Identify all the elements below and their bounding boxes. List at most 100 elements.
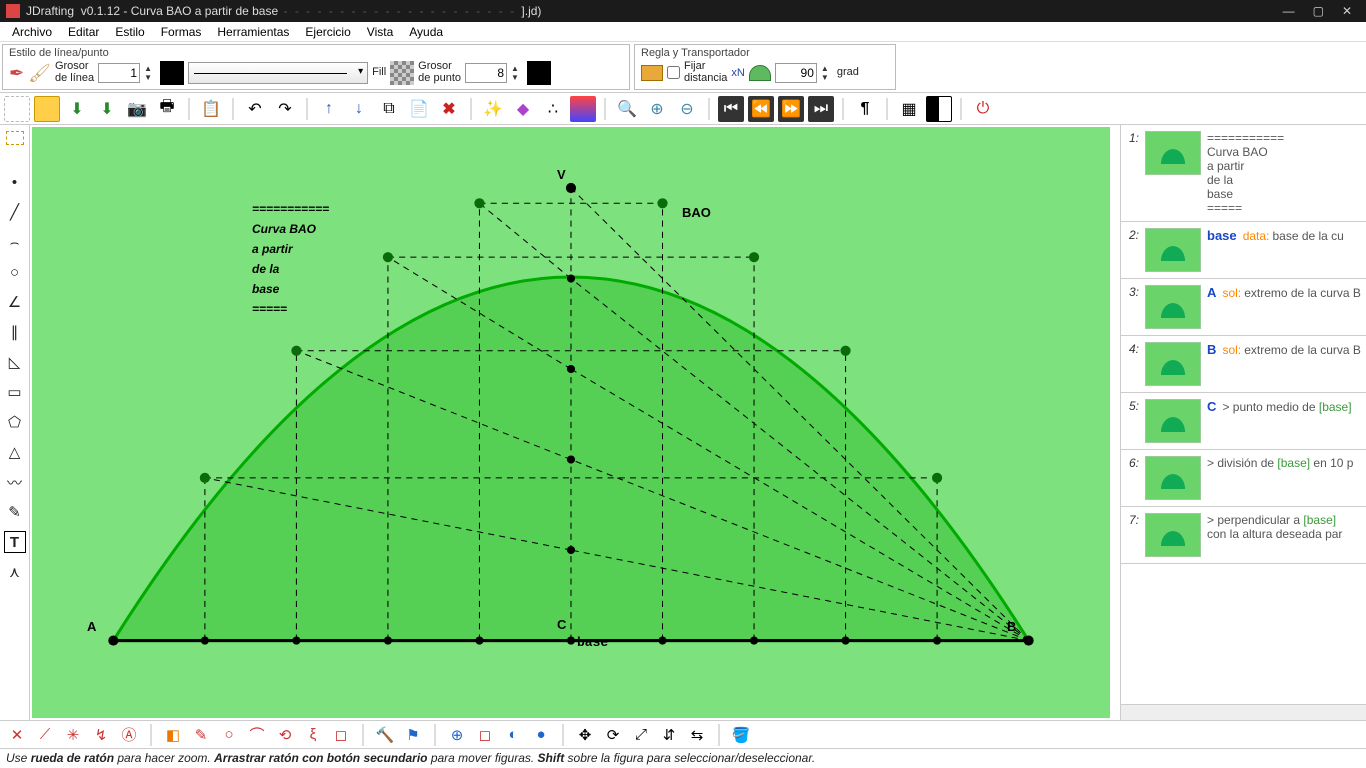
menu-herramientas[interactable]: Herramientas: [209, 23, 297, 41]
line-color-swatch[interactable]: [160, 61, 184, 85]
diamond-icon[interactable]: ◆: [510, 96, 536, 122]
angle-spinner[interactable]: ▲▼: [821, 63, 833, 83]
new-icon[interactable]: [4, 96, 30, 122]
btool-4[interactable]: ↯: [90, 724, 112, 746]
angle-tool-icon[interactable]: ∠: [4, 291, 26, 313]
spline-tool-icon[interactable]: 〰: [4, 471, 26, 493]
pencil-tool-icon[interactable]: ✎: [4, 501, 26, 523]
btool-1[interactable]: ✕: [6, 724, 28, 746]
redo-icon[interactable]: ↷: [272, 96, 298, 122]
btool-flag[interactable]: ⚑: [402, 724, 424, 746]
fix-distance-checkbox[interactable]: [667, 66, 680, 79]
menu-ayuda[interactable]: Ayuda: [401, 23, 451, 41]
history-item[interactable]: 3:A sol: extremo de la curva B: [1121, 279, 1366, 336]
menu-estilo[interactable]: Estilo: [107, 23, 152, 41]
btool-5[interactable]: Ⓐ: [118, 724, 140, 746]
clipboard-icon[interactable]: 📋: [198, 96, 224, 122]
wand-icon[interactable]: ✨: [480, 96, 506, 122]
zoom-out-icon[interactable]: ⊖: [674, 96, 700, 122]
history-item[interactable]: 6:> división de [base] en 10 p: [1121, 450, 1366, 507]
history-item[interactable]: 2:base data: base de la cu: [1121, 222, 1366, 279]
btool-mirror-h[interactable]: ⇵: [658, 724, 680, 746]
maximize-button[interactable]: ▢: [1313, 4, 1324, 18]
minimize-button[interactable]: —: [1283, 4, 1295, 18]
menu-editar[interactable]: Editar: [60, 23, 107, 41]
move-up-icon[interactable]: ↑: [316, 96, 342, 122]
select-rect-icon[interactable]: [6, 131, 24, 145]
history-item[interactable]: 1:=========== Curva BAO a partir de la b…: [1121, 125, 1366, 222]
compass-tool-icon[interactable]: ⋏: [4, 561, 26, 583]
btool-venn[interactable]: ⊕: [446, 724, 468, 746]
history-scrollbar[interactable]: [1121, 704, 1366, 720]
menu-formas[interactable]: Formas: [153, 23, 210, 41]
line-style-dropdown[interactable]: ▾: [188, 62, 368, 84]
brush-icon[interactable]: 🖌: [28, 63, 51, 84]
btool-diff[interactable]: ◻: [474, 724, 496, 746]
point-color-swatch[interactable]: [527, 61, 551, 85]
rect-tool-icon[interactable]: ▭: [4, 381, 26, 403]
btool-10[interactable]: ξ: [302, 724, 324, 746]
btool-7[interactable]: ○: [218, 724, 240, 746]
menu-archivo[interactable]: Archivo: [4, 23, 60, 41]
camera-icon[interactable]: 📷: [124, 96, 150, 122]
btool-11[interactable]: ◻: [330, 724, 352, 746]
delete-icon[interactable]: ✖: [436, 96, 462, 122]
btool-2[interactable]: ⟋: [34, 724, 56, 746]
color-icon[interactable]: [570, 96, 596, 122]
open-icon[interactable]: [34, 96, 60, 122]
angle-input[interactable]: [775, 63, 817, 83]
eyedropper-icon[interactable]: ✒: [9, 63, 24, 84]
protractor-icon[interactable]: [749, 65, 771, 81]
cone-tool-icon[interactable]: △: [4, 441, 26, 463]
circle-tool-icon[interactable]: ○: [4, 261, 26, 283]
prev-icon[interactable]: ⏪: [748, 96, 774, 122]
history-item[interactable]: 7:> perpendicular a [base]con la altura …: [1121, 507, 1366, 564]
btool-move[interactable]: ✥: [574, 724, 596, 746]
point-width-spinner[interactable]: ▲▼: [511, 63, 523, 83]
history-item[interactable]: 5:C > punto medio de [base]: [1121, 393, 1366, 450]
exit-icon[interactable]: ⏻: [970, 96, 996, 122]
move-down-icon[interactable]: ↓: [346, 96, 372, 122]
notes-icon[interactable]: 📄: [406, 96, 432, 122]
polygon-tool-icon[interactable]: ⬠: [4, 411, 26, 433]
btool-rotate[interactable]: ⟳: [602, 724, 624, 746]
menu-ejercicio[interactable]: Ejercicio: [297, 23, 358, 41]
btool-scale[interactable]: ⤢: [630, 724, 652, 746]
btool-9[interactable]: ⟲: [274, 724, 296, 746]
point-width-input[interactable]: [465, 63, 507, 83]
history-item[interactable]: 4:B sol: extremo de la curva B: [1121, 336, 1366, 393]
dots-icon[interactable]: ∴: [540, 96, 566, 122]
point-tool-icon[interactable]: •: [4, 171, 26, 193]
next-icon[interactable]: ⏩: [778, 96, 804, 122]
line-tool-icon[interactable]: ╱: [4, 201, 26, 223]
btool-mirror-v[interactable]: ⇆: [686, 724, 708, 746]
parallel-tool-icon[interactable]: ∥: [4, 321, 26, 343]
print-icon[interactable]: 🖶: [154, 96, 180, 122]
canvas[interactable]: =========== Curva BAO a partir de la bas…: [32, 127, 1110, 718]
triangle-tool-icon[interactable]: ◺: [4, 351, 26, 373]
fill-swatch[interactable]: [390, 61, 414, 85]
close-button[interactable]: ✕: [1342, 4, 1352, 18]
text-tool-icon[interactable]: T: [4, 531, 26, 553]
btool-bucket[interactable]: 🪣: [730, 724, 752, 746]
pilcrow-icon[interactable]: ¶: [852, 96, 878, 122]
btool-union[interactable]: ●: [530, 724, 552, 746]
xn-button[interactable]: xN: [731, 67, 744, 79]
save-icon[interactable]: ⬇: [64, 96, 90, 122]
arc-tool-icon[interactable]: ⌢: [4, 231, 26, 253]
btool-eraser[interactable]: ◧: [162, 724, 184, 746]
btool-6[interactable]: ✎: [190, 724, 212, 746]
first-icon[interactable]: ⏮: [718, 96, 744, 122]
btool-hammer[interactable]: 🔨: [374, 724, 396, 746]
zoom-in-icon[interactable]: ⊕: [644, 96, 670, 122]
ruler-icon[interactable]: [641, 65, 663, 81]
line-width-input[interactable]: [98, 63, 140, 83]
last-icon[interactable]: ⏭: [808, 96, 834, 122]
line-width-spinner[interactable]: ▲▼: [144, 63, 156, 83]
zoom-fit-icon[interactable]: 🔍: [614, 96, 640, 122]
undo-icon[interactable]: ↶: [242, 96, 268, 122]
contrast-icon[interactable]: [926, 96, 952, 122]
menu-vista[interactable]: Vista: [359, 23, 401, 41]
copy-icon[interactable]: ⧉: [376, 96, 402, 122]
grid-icon[interactable]: ▦: [896, 96, 922, 122]
